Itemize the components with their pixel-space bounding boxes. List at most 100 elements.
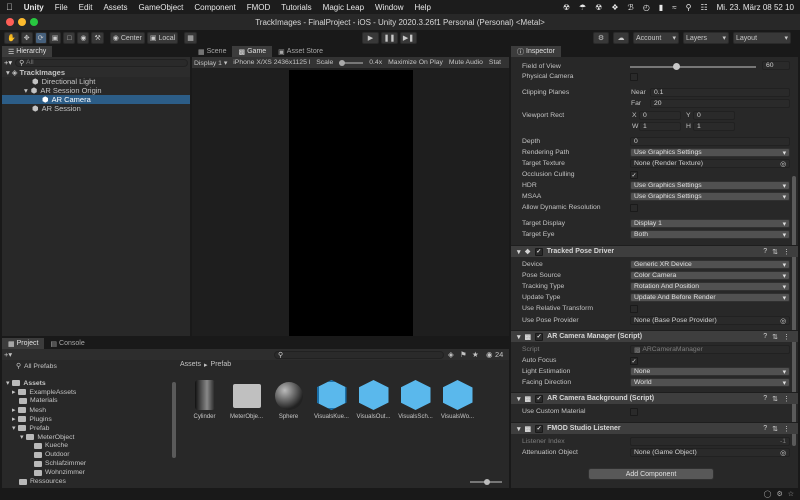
- list-item[interactable]: ⬢ Directional Light: [2, 77, 190, 86]
- list-item-selected[interactable]: ⬢ AR Camera: [2, 95, 190, 104]
- rotate-tool-button[interactable]: ⟳: [34, 32, 47, 44]
- status-icon[interactable]: ☢: [595, 3, 602, 12]
- h-field[interactable]: 1: [693, 122, 735, 131]
- attenuation-field[interactable]: None (Game Object) ◎: [630, 448, 790, 457]
- preset-icon[interactable]: ⇅: [772, 248, 778, 256]
- expand-icon[interactable]: ▾: [517, 395, 521, 403]
- ar-camera-background-header[interactable]: ▾ ▩ ✓ AR Camera Background (Script) ? ⇅ ⋮: [511, 392, 798, 404]
- pose-provider-field[interactable]: None (Base Pose Provider) ◎: [630, 316, 790, 325]
- asset-tile[interactable]: Cylinder: [186, 380, 223, 420]
- enable-checkbox[interactable]: ✓: [535, 332, 544, 341]
- preset-icon[interactable]: ⇅: [772, 333, 778, 341]
- filter-label-icon[interactable]: ⚑: [460, 350, 467, 359]
- transform-tool-button[interactable]: ◉: [77, 32, 90, 44]
- control-center-icon[interactable]: ☷: [700, 3, 707, 12]
- tab-asset-store[interactable]: ▣ Asset Store: [272, 46, 329, 57]
- asset-tile[interactable]: VisualsKue...: [313, 380, 350, 420]
- facing-direction-dropdown[interactable]: World ▾: [630, 378, 790, 387]
- more-options-icon[interactable]: ⋮: [783, 425, 790, 433]
- resolution-dropdown[interactable]: iPhone X/XS 2436x1125 l: [233, 59, 310, 66]
- bug-icon[interactable]: ⚙: [776, 490, 782, 498]
- tree-folder[interactable]: Outdoor: [34, 451, 70, 458]
- scale-tool-button[interactable]: ▣: [48, 32, 62, 44]
- tree-folder[interactable]: Materials: [19, 397, 58, 404]
- fov-slider[interactable]: [630, 63, 756, 70]
- hidden-count-icon[interactable]: ◉: [486, 350, 493, 359]
- scale-slider[interactable]: [339, 59, 364, 66]
- pose-source-dropdown[interactable]: Color Camera ▾: [630, 271, 790, 280]
- rendering-path-dropdown[interactable]: Use Graphics Settings ▾: [630, 148, 790, 157]
- y-field[interactable]: 0: [693, 111, 735, 120]
- expand-icon[interactable]: ▾: [6, 68, 10, 77]
- tree-folder[interactable]: ▾ Assets: [6, 379, 46, 388]
- pause-button[interactable]: ❚❚: [381, 32, 398, 44]
- step-button[interactable]: ▶❚: [400, 32, 417, 44]
- tree-folder[interactable]: Wohnzimmer: [34, 469, 85, 476]
- cloud-icon[interactable]: ☁: [613, 32, 629, 44]
- tab-project[interactable]: ▦ Project: [2, 338, 45, 349]
- tab-hierarchy[interactable]: ☰ Hierarchy: [2, 46, 53, 57]
- tab-game[interactable]: ▩ Game: [232, 46, 273, 57]
- slider-thumb[interactable]: [484, 479, 490, 485]
- maximize-toggle[interactable]: Maximize On Play: [388, 59, 443, 66]
- custom-material-checkbox[interactable]: [630, 408, 638, 416]
- search-icon[interactable]: ⚲: [686, 3, 692, 12]
- relative-transform-checkbox[interactable]: [630, 305, 638, 313]
- fov-field[interactable]: 60: [762, 61, 790, 70]
- bluetooth-icon[interactable]: ℬ: [628, 3, 634, 12]
- device-dropdown[interactable]: Generic XR Device ▾: [630, 260, 790, 269]
- auto-generate-icon[interactable]: ☆: [788, 490, 794, 498]
- clock-icon[interactable]: ◴: [643, 3, 650, 12]
- tree-folder[interactable]: Kueche: [34, 442, 68, 449]
- slider-thumb[interactable]: [339, 59, 346, 66]
- menu-component[interactable]: Component: [194, 3, 235, 12]
- close-button[interactable]: [6, 18, 14, 26]
- auto-focus-checkbox[interactable]: ✓: [630, 357, 638, 365]
- play-button[interactable]: ▶: [362, 32, 379, 44]
- tree-folder[interactable]: ▸ Plugins: [12, 415, 52, 424]
- x-field[interactable]: 0: [639, 111, 681, 120]
- asset-tile[interactable]: VisualsSch...: [397, 380, 434, 420]
- tree-all-prefabs[interactable]: ⚲ All Prefabs: [16, 362, 57, 371]
- asset-tile[interactable]: VisualsWo...: [439, 380, 476, 420]
- tree-folder[interactable]: ▾ MeterObject: [20, 433, 74, 442]
- preset-icon[interactable]: ⇅: [772, 395, 778, 403]
- help-icon[interactable]: ?: [763, 395, 767, 403]
- wifi-icon[interactable]: ≈: [672, 3, 676, 12]
- object-picker-icon[interactable]: ◎: [780, 449, 786, 457]
- object-picker-icon[interactable]: ◎: [780, 317, 786, 325]
- near-field[interactable]: 0.1: [650, 88, 790, 97]
- more-options-icon[interactable]: ⋮: [783, 333, 790, 341]
- rect-tool-button[interactable]: □: [63, 32, 76, 44]
- menu-tutorials[interactable]: Tutorials: [281, 3, 311, 12]
- target-eye-dropdown[interactable]: Both ▾: [630, 230, 790, 239]
- slider-thumb[interactable]: [673, 63, 680, 70]
- apple-icon[interactable]: : [6, 2, 13, 12]
- dynamic-resolution-checkbox[interactable]: [630, 204, 638, 212]
- tab-console[interactable]: ▤ Console: [44, 338, 90, 349]
- breadcrumb-prefab[interactable]: Prefab: [211, 361, 232, 369]
- preset-icon[interactable]: ⇅: [772, 425, 778, 433]
- expand-icon[interactable]: ▾: [517, 333, 521, 341]
- hierarchy-search-input[interactable]: ⚲ All: [15, 58, 188, 67]
- battery-icon[interactable]: ▮: [659, 3, 663, 12]
- menu-magic-leap[interactable]: Magic Leap: [323, 3, 364, 12]
- tree-folder[interactable]: Ressources: [19, 478, 66, 485]
- more-options-icon[interactable]: ⋮: [783, 248, 790, 256]
- hdr-dropdown[interactable]: Use Graphics Settings ▾: [630, 181, 790, 190]
- ar-camera-manager-header[interactable]: ▾ ▩ ✓ AR Camera Manager (Script) ? ⇅ ⋮: [511, 330, 798, 342]
- minimize-button[interactable]: [18, 18, 26, 26]
- stats-toggle[interactable]: Stat: [489, 59, 501, 66]
- add-button[interactable]: +▾: [4, 350, 12, 359]
- expand-icon[interactable]: ▾: [517, 425, 521, 433]
- asset-tile[interactable]: Sphere: [270, 380, 307, 420]
- expand-icon[interactable]: ▾: [517, 248, 521, 256]
- menu-file[interactable]: File: [55, 3, 68, 12]
- filter-type-icon[interactable]: ◈: [448, 350, 454, 359]
- light-estimation-dropdown[interactable]: None ▾: [630, 367, 790, 376]
- scene-root[interactable]: ▾ ◈ TrackImages: [2, 68, 190, 77]
- menu-app[interactable]: Unity: [24, 3, 44, 12]
- collab-icon[interactable]: ⚙: [593, 32, 609, 44]
- zoom-button[interactable]: [30, 18, 38, 26]
- physical-camera-checkbox[interactable]: [630, 73, 638, 81]
